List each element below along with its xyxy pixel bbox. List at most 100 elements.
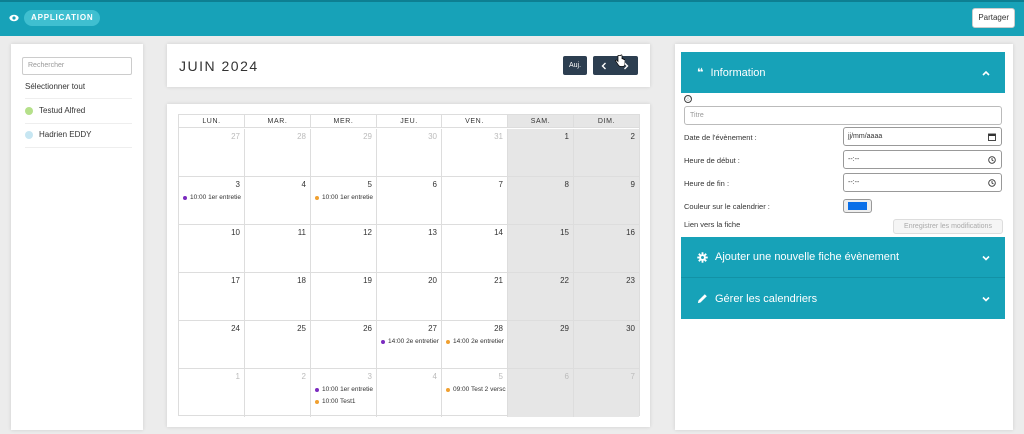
share-button[interactable]: Partager — [972, 8, 1015, 28]
day-number[interactable]: 21 — [494, 276, 503, 285]
calendar-event[interactable]: 10:00 1er entretie — [315, 194, 375, 201]
day-cell[interactable]: 6 — [377, 177, 442, 224]
day-number[interactable]: 14 — [494, 228, 503, 237]
day-cell[interactable]: 8 — [508, 177, 574, 224]
day-cell[interactable]: 14 — [442, 225, 508, 272]
chevron-up-icon[interactable] — [981, 68, 991, 78]
day-cell[interactable]: 28 14:00 2e entretier — [442, 321, 508, 368]
day-number[interactable]: 10 — [231, 228, 240, 237]
day-number[interactable]: 20 — [428, 276, 437, 285]
end-time-input[interactable]: --:-- — [843, 173, 1002, 192]
chevron-down-icon[interactable] — [981, 253, 991, 263]
calendar-event[interactable]: 10:00 Test1 — [315, 398, 375, 405]
manage-calendars-accordion[interactable]: Gérer les calendriers — [681, 278, 1005, 319]
day-cell[interactable]: 26 — [311, 321, 377, 368]
save-changes-button[interactable]: Enregistrer les modifications — [893, 219, 1003, 234]
day-cell[interactable]: 24 — [179, 321, 245, 368]
day-number[interactable]: 28 — [494, 324, 503, 333]
calendar-event[interactable]: 14:00 2e entretier — [446, 338, 506, 345]
day-cell[interactable]: 30 — [574, 321, 639, 368]
title-input[interactable]: Titre — [684, 106, 1002, 125]
day-number[interactable]: 9 — [631, 180, 635, 189]
day-cell[interactable]: 16 — [574, 225, 639, 272]
day-cell[interactable]: 4 — [245, 177, 311, 224]
day-cell[interactable]: 10 — [179, 225, 245, 272]
day-number[interactable]: 29 — [363, 132, 372, 141]
day-number[interactable]: 22 — [560, 276, 569, 285]
information-header[interactable]: ❝ Information — [681, 52, 1005, 93]
day-number[interactable]: 2 — [302, 372, 306, 381]
day-number[interactable]: 12 — [363, 228, 372, 237]
day-number[interactable]: 30 — [626, 324, 635, 333]
day-number[interactable]: 27 — [231, 132, 240, 141]
start-time-input[interactable]: --:-- — [843, 150, 1002, 169]
day-cell[interactable]: 27 14:00 2e entretier — [377, 321, 442, 368]
day-number[interactable]: 3 — [236, 180, 240, 189]
day-number[interactable]: 1 — [565, 132, 569, 141]
day-number[interactable]: 15 — [560, 228, 569, 237]
day-cell[interactable]: 5 09:00 Test 2 versc — [442, 369, 508, 417]
chevron-down-icon[interactable] — [981, 294, 991, 304]
day-number[interactable]: 5 — [499, 372, 503, 381]
day-number[interactable]: 29 — [560, 324, 569, 333]
day-number[interactable]: 3 — [368, 372, 372, 381]
day-number[interactable]: 2 — [631, 132, 635, 141]
day-number[interactable]: 17 — [231, 276, 240, 285]
day-number[interactable]: 24 — [231, 324, 240, 333]
day-cell[interactable]: 21 — [442, 273, 508, 320]
day-cell[interactable]: 29 — [311, 129, 377, 176]
day-cell[interactable]: 27 — [179, 129, 245, 176]
day-cell[interactable]: 7 — [442, 177, 508, 224]
day-cell[interactable]: 11 — [245, 225, 311, 272]
day-number[interactable]: 5 — [368, 180, 372, 189]
day-cell[interactable]: 31 — [442, 129, 508, 176]
day-number[interactable]: 30 — [428, 132, 437, 141]
add-event-accordion[interactable]: Ajouter une nouvelle fiche évènement — [681, 237, 1005, 278]
day-number[interactable]: 7 — [631, 372, 635, 381]
app-badge[interactable]: APPLICATION — [9, 10, 101, 26]
calendar-event[interactable]: 10:00 1er entretie — [315, 386, 375, 393]
person-item[interactable]: Hadrien EDDY — [25, 130, 91, 139]
color-picker[interactable] — [843, 199, 872, 213]
day-cell[interactable]: 17 — [179, 273, 245, 320]
day-cell[interactable]: 5 10:00 1er entretie — [311, 177, 377, 224]
day-number[interactable]: 1 — [236, 372, 240, 381]
day-number[interactable]: 31 — [494, 132, 503, 141]
day-cell[interactable]: 6 — [508, 369, 574, 417]
day-number[interactable]: 28 — [297, 132, 306, 141]
day-number[interactable]: 26 — [363, 324, 372, 333]
day-cell[interactable]: 22 — [508, 273, 574, 320]
day-number[interactable]: 23 — [626, 276, 635, 285]
day-cell[interactable]: 28 — [245, 129, 311, 176]
day-cell[interactable]: 23 — [574, 273, 639, 320]
calendar-icon[interactable] — [988, 133, 996, 141]
day-number[interactable]: 11 — [298, 228, 306, 237]
day-cell[interactable]: 15 — [508, 225, 574, 272]
calendar-event[interactable]: 09:00 Test 2 versc — [446, 386, 506, 393]
person-item[interactable]: Testud Alfred — [25, 106, 85, 115]
calendar-event[interactable]: 14:00 2e entretier — [381, 338, 440, 345]
day-cell[interactable]: 4 — [377, 369, 442, 417]
day-cell[interactable]: 2 — [245, 369, 311, 417]
day-cell[interactable]: 1 — [508, 129, 574, 176]
day-cell[interactable]: 12 — [311, 225, 377, 272]
day-number[interactable]: 8 — [565, 180, 569, 189]
day-number[interactable]: 18 — [297, 276, 306, 285]
day-cell[interactable]: 20 — [377, 273, 442, 320]
search-input[interactable]: Rechercher — [22, 57, 132, 75]
day-number[interactable]: 6 — [433, 180, 437, 189]
link-label[interactable]: Lien vers la fiche — [684, 220, 740, 229]
today-button[interactable]: Auj. — [563, 56, 587, 75]
clock-icon[interactable] — [988, 179, 996, 187]
day-number[interactable]: 7 — [499, 180, 503, 189]
day-cell[interactable]: 1 — [179, 369, 245, 417]
clock-icon[interactable] — [988, 156, 996, 164]
prev-month-button[interactable] — [593, 56, 615, 75]
day-number[interactable]: 6 — [565, 372, 569, 381]
day-cell[interactable]: 7 — [574, 369, 639, 417]
select-all-link[interactable]: Sélectionner tout — [25, 82, 85, 91]
day-number[interactable]: 16 — [626, 228, 635, 237]
day-cell[interactable]: 29 — [508, 321, 574, 368]
day-cell[interactable]: 19 — [311, 273, 377, 320]
day-number[interactable]: 25 — [297, 324, 306, 333]
